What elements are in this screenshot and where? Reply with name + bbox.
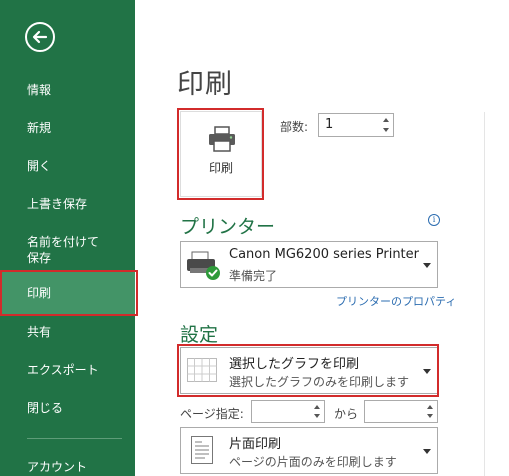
copies-stepper-arrows[interactable]	[379, 114, 393, 136]
copies-value: 1	[325, 117, 334, 132]
print-what-dropdown[interactable]: 選択したグラフを印刷 選択したグラフのみを印刷します	[180, 347, 438, 394]
settings-section-heading: 設定	[180, 324, 219, 346]
printer-status-icon	[187, 251, 220, 280]
backstage-sidebar: 情報 新規 開く 上書き保存 名前を付けて 保存 印刷 共有 エクスポート 閉じ…	[0, 0, 135, 476]
chevron-down-icon	[423, 368, 431, 374]
pages-label: ページ指定:	[180, 407, 244, 421]
sidebar-item-export[interactable]: エクスポート	[0, 362, 135, 378]
chevron-down-icon	[423, 448, 431, 454]
spin-up-icon[interactable]	[383, 118, 389, 122]
sidebar-item-share[interactable]: 共有	[0, 324, 135, 340]
printer-name: Canon MG6200 series Printer	[229, 247, 419, 262]
spin-down-icon[interactable]	[427, 414, 433, 418]
print-what-selection: 選択したグラフを印刷	[229, 357, 360, 372]
pages-from-input[interactable]	[251, 400, 325, 423]
copies-label: 部数:	[280, 120, 309, 134]
sidebar-item-open[interactable]: 開く	[0, 158, 135, 174]
spin-up-icon[interactable]	[427, 405, 433, 409]
printer-properties-link[interactable]: プリンターのプロパティ	[336, 293, 456, 309]
sidebar-item-print[interactable]: 印刷	[0, 272, 135, 314]
spin-down-icon[interactable]	[383, 128, 389, 132]
info-icon[interactable]: i	[428, 214, 440, 226]
spin-down-icon[interactable]	[314, 414, 320, 418]
pages-to-stepper-arrows[interactable]	[423, 401, 437, 422]
printer-status: 準備完了	[229, 269, 278, 283]
sidebar-item-info[interactable]: 情報	[0, 82, 135, 98]
back-arrow-icon[interactable]	[25, 22, 55, 52]
sidebar-item-new[interactable]: 新規	[0, 120, 135, 136]
printer-section-heading: プリンター	[180, 216, 276, 238]
printer-dropdown[interactable]: Canon MG6200 series Printer 準備完了	[180, 241, 438, 288]
sidebar-item-save[interactable]: 上書き保存	[0, 196, 135, 212]
sidebar-item-save-as[interactable]: 名前を付けて 保存	[0, 234, 135, 266]
sides-dropdown[interactable]: 片面印刷 ページの片面のみを印刷します	[180, 427, 438, 474]
pages-to-input[interactable]	[364, 400, 438, 423]
sides-description: ページの片面のみを印刷します	[229, 455, 397, 469]
print-what-description: 選択したグラフのみを印刷します	[229, 375, 410, 389]
spin-up-icon[interactable]	[314, 405, 320, 409]
print-button[interactable]: 印刷	[180, 111, 262, 197]
sidebar-item-account[interactable]: アカウント	[0, 459, 135, 475]
preview-divider	[484, 112, 485, 476]
printer-icon	[209, 126, 235, 152]
one-sided-page-icon	[191, 436, 213, 464]
print-button-label: 印刷	[208, 161, 233, 175]
chart-selection-icon	[187, 358, 217, 382]
chevron-down-icon	[423, 262, 431, 268]
sidebar-item-close[interactable]: 閉じる	[0, 400, 135, 416]
sides-selection: 片面印刷	[229, 437, 282, 452]
page-title: 印刷	[177, 69, 233, 100]
pages-from-stepper-arrows[interactable]	[310, 401, 324, 422]
sidebar-divider	[27, 438, 122, 439]
copies-stepper[interactable]: 1	[318, 113, 394, 137]
pages-to-label: から	[334, 407, 359, 421]
